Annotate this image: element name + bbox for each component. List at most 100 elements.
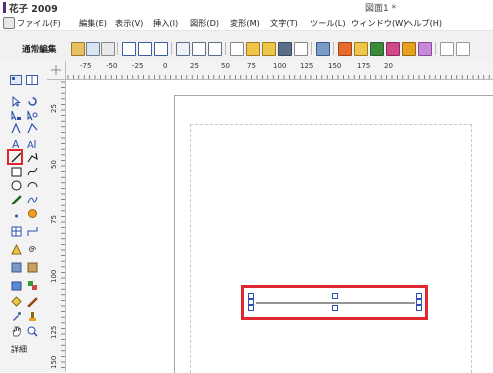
- panel-expand-arrow[interactable]: [36, 45, 41, 51]
- fill-tool-icon[interactable]: [11, 296, 22, 307]
- curve-tool-icon[interactable]: [27, 166, 38, 177]
- point-tool-icon[interactable]: [11, 208, 22, 219]
- shape-library-icon[interactable]: [386, 42, 400, 56]
- toolbar-separator: [311, 42, 312, 55]
- margin-guide: [190, 124, 472, 373]
- pencil-tool-icon[interactable]: [11, 194, 22, 205]
- stamp-icon[interactable]: [27, 311, 38, 322]
- color-fill-icon[interactable]: [354, 42, 368, 56]
- ruler-label: 150: [328, 62, 342, 70]
- ruler-label: 0: [163, 62, 168, 70]
- effects-icon[interactable]: [418, 42, 432, 56]
- hand-tool-icon[interactable]: [11, 326, 22, 337]
- menu-file[interactable]: ファイル(F): [17, 17, 61, 29]
- chart-tool-icon[interactable]: [11, 280, 22, 291]
- toolbar-separator: [225, 42, 226, 55]
- menu-text[interactable]: 文字(T): [270, 17, 298, 29]
- app-title: 花子 2009: [9, 4, 58, 15]
- menu-insert[interactable]: 挿入(I): [153, 17, 178, 29]
- fit-page-icon[interactable]: [456, 42, 470, 56]
- connector-tool-icon[interactable]: [27, 226, 38, 237]
- toolbar-separator: [171, 42, 172, 55]
- ruler-corner: [47, 61, 66, 80]
- vertical-text-icon[interactable]: A: [27, 138, 38, 151]
- two-page-icon[interactable]: [138, 42, 152, 56]
- menu-help[interactable]: ヘルプ(H): [405, 17, 442, 29]
- node-select-icon[interactable]: [11, 110, 22, 121]
- layers-icon[interactable]: [26, 75, 38, 85]
- svg-text:A: A: [27, 140, 34, 149]
- menu-edit[interactable]: 編集(E): [79, 17, 107, 29]
- grid-icon[interactable]: [86, 42, 100, 56]
- horizontal-ruler[interactable]: -75 -50 -25 0 25 50 75 100 125 150 175 2…: [66, 61, 493, 80]
- brush-icon[interactable]: [402, 42, 416, 56]
- toolbar-separator: [435, 42, 436, 55]
- outline-view-icon[interactable]: [176, 42, 190, 56]
- toolbar: 通常編集: [0, 31, 493, 62]
- folder-save-icon[interactable]: [262, 42, 276, 56]
- photo-icon[interactable]: [27, 262, 38, 273]
- spiral-tool-icon[interactable]: [27, 244, 38, 255]
- ruler-label: 100: [50, 269, 58, 283]
- image-insert-icon[interactable]: [11, 262, 22, 273]
- palette-icon[interactable]: [10, 75, 22, 85]
- rectangle-tool-icon[interactable]: [11, 166, 22, 177]
- menu-transform[interactable]: 変形(M): [230, 17, 260, 29]
- zoom-icon[interactable]: [440, 42, 454, 56]
- image-icon[interactable]: [370, 42, 384, 56]
- eyedropper-icon[interactable]: [11, 311, 22, 322]
- app-menu-icon[interactable]: [3, 17, 15, 29]
- ruler-label: 125: [50, 325, 58, 339]
- node-edit-icon[interactable]: [27, 110, 38, 121]
- ellipse-tool-icon[interactable]: [11, 180, 22, 191]
- menu-tools[interactable]: ツール(L): [310, 17, 346, 29]
- text-tool-icon[interactable]: [316, 42, 330, 56]
- single-page-icon[interactable]: [122, 42, 136, 56]
- tool-panel: [0, 61, 48, 372]
- open-folder-icon[interactable]: [246, 42, 260, 56]
- menu-window[interactable]: ウィンドウ(W): [351, 17, 406, 29]
- shape-set-icon[interactable]: [27, 280, 38, 291]
- page-layout-icon[interactable]: [154, 42, 168, 56]
- table-tool-icon[interactable]: [11, 226, 22, 237]
- ruler-label: 50: [221, 62, 230, 70]
- print-icon[interactable]: [278, 42, 292, 56]
- frame-alt-icon[interactable]: [208, 42, 222, 56]
- toolbar-separator: [333, 42, 334, 55]
- pen-color-icon[interactable]: [27, 296, 38, 308]
- new-file-icon[interactable]: [230, 42, 244, 56]
- ruler-label: 100: [273, 62, 287, 70]
- ruler-label: 150: [50, 355, 58, 369]
- zoom-tool-icon[interactable]: [27, 326, 38, 337]
- ruler-label: 175: [357, 62, 371, 70]
- edit-mode-icon[interactable]: [71, 42, 85, 56]
- ruler-label: 20: [384, 62, 393, 70]
- menu-shape[interactable]: 図形(D): [190, 17, 219, 29]
- ruler-label: -25: [132, 62, 144, 70]
- rotate-icon[interactable]: [27, 96, 38, 107]
- text-icon[interactable]: A: [11, 138, 22, 151]
- shape-edit-icon[interactable]: [11, 122, 22, 134]
- freehand-tool-icon[interactable]: [27, 194, 38, 205]
- line-object-highlight: [241, 285, 428, 320]
- detail-toggle[interactable]: 詳細: [11, 344, 27, 355]
- figure-tool-icon[interactable]: [11, 243, 22, 255]
- trim-icon[interactable]: [27, 122, 38, 134]
- ruler-label: 25: [190, 62, 199, 70]
- app-accent-bar: [3, 2, 6, 13]
- hatch-icon[interactable]: [101, 42, 115, 56]
- select-arrow-icon[interactable]: [11, 95, 22, 108]
- svg-text:A: A: [12, 138, 20, 149]
- multiline-tool-icon[interactable]: [27, 152, 38, 163]
- frame-icon[interactable]: [192, 42, 206, 56]
- ruler-label: 125: [300, 62, 314, 70]
- menu-bar: ファイル(F) 編集(E) 表示(V) 挿入(I) 図形(D) 変形(M) 文字…: [0, 14, 493, 31]
- arc-tool-icon[interactable]: [27, 180, 38, 191]
- clip-art-icon[interactable]: [338, 42, 352, 56]
- vertical-ruler[interactable]: 25 50 75 100 125 150: [47, 80, 66, 372]
- symbol-tool-icon[interactable]: [27, 208, 38, 219]
- ruler-label: -50: [106, 62, 118, 70]
- menu-view[interactable]: 表示(V): [115, 17, 143, 29]
- ruler-label: 25: [50, 104, 58, 113]
- print-preview-icon[interactable]: [294, 42, 308, 56]
